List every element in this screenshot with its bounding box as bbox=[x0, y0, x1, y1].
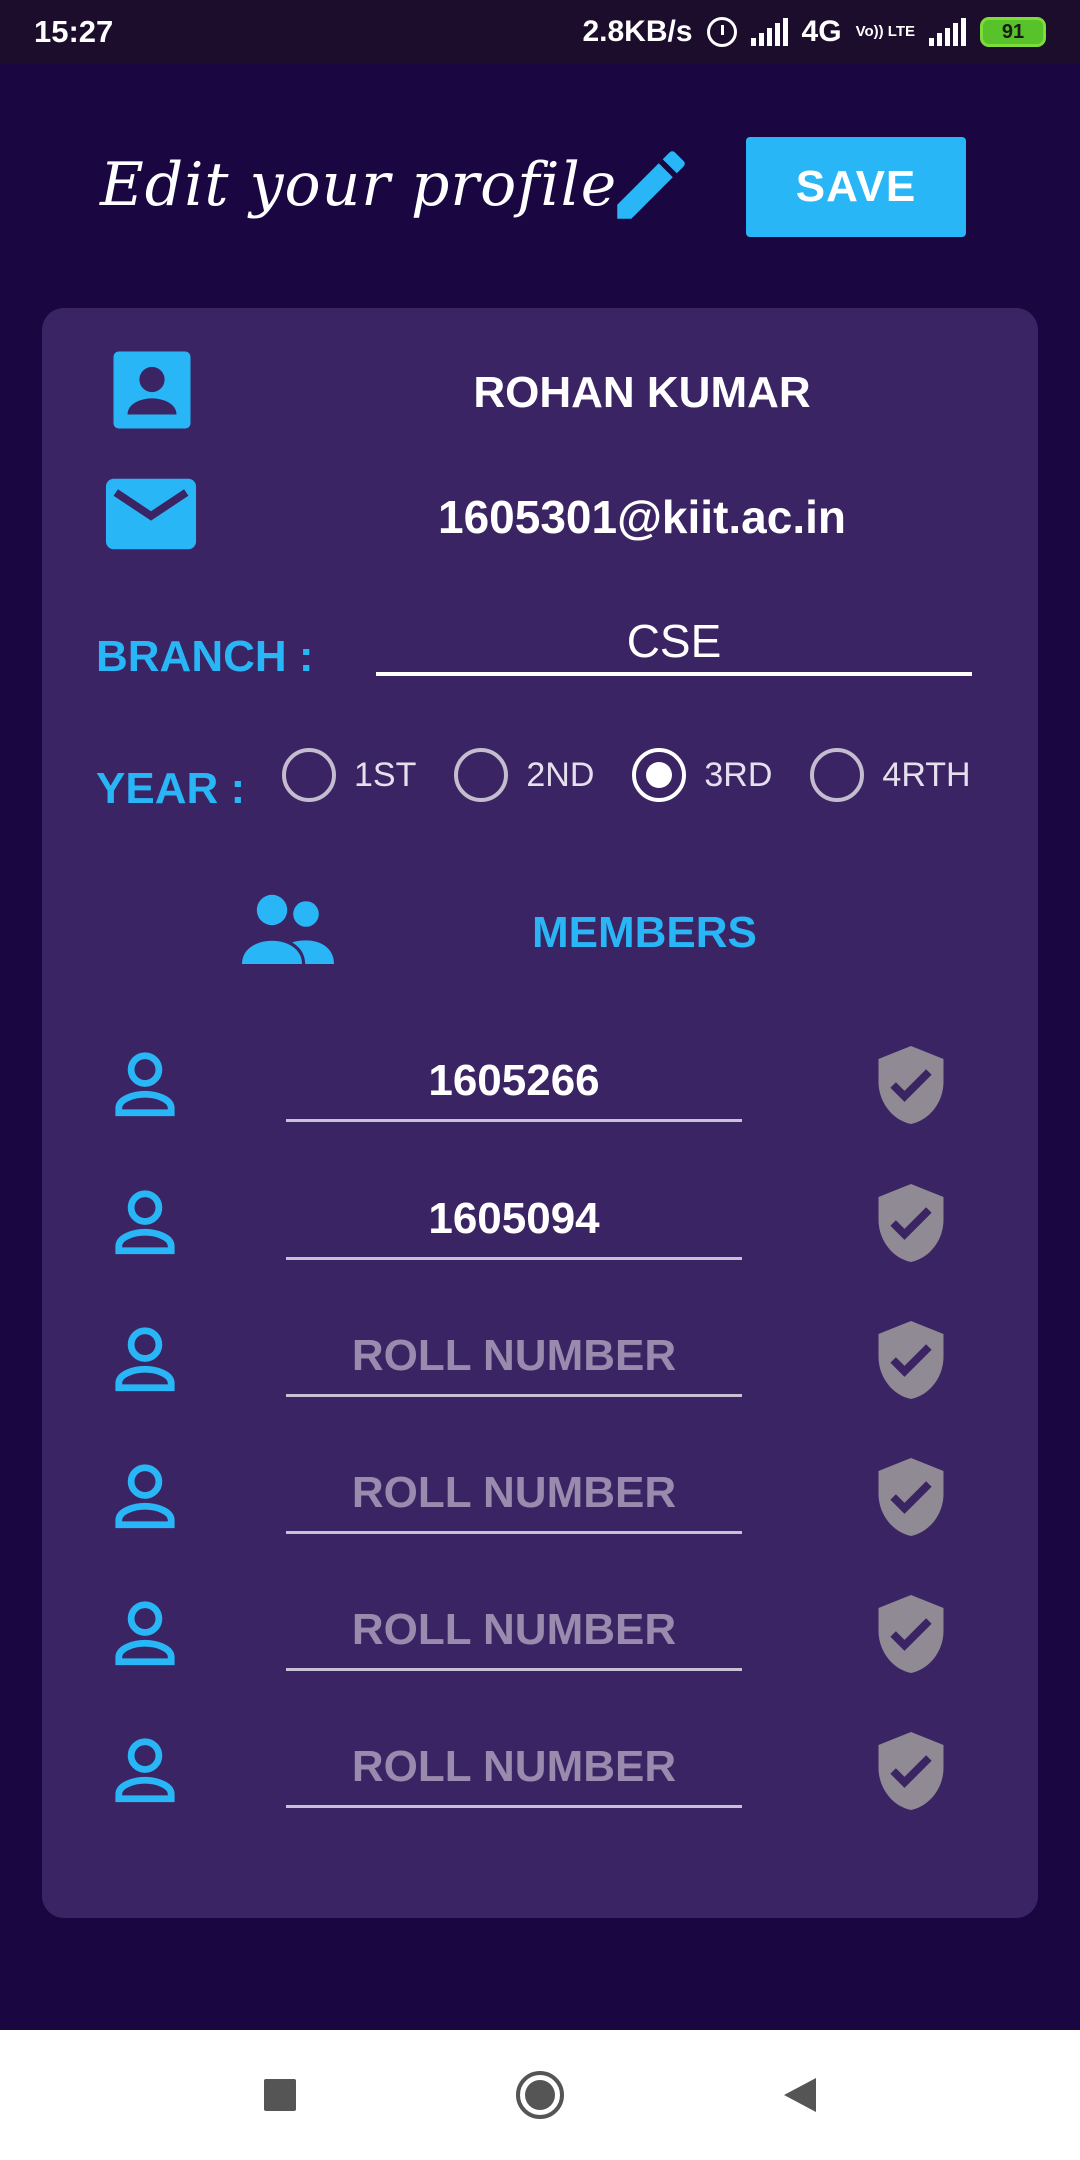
profile-card: ROHAN KUMAR 1605301@kiit.ac.in BRANCH : … bbox=[42, 308, 1038, 1918]
verified-shield-icon[interactable] bbox=[872, 1454, 950, 1540]
branch-input[interactable] bbox=[376, 610, 972, 676]
verified-shield-icon[interactable] bbox=[872, 1180, 950, 1266]
radio-label: 2ND bbox=[526, 755, 595, 794]
group-icon bbox=[242, 894, 334, 964]
radio-button[interactable] bbox=[454, 748, 509, 802]
person-outline-icon bbox=[115, 1327, 175, 1392]
status-bar: 15:27 2.8KB/s 4G Vo)) LTE 91 bbox=[0, 0, 1080, 64]
radio-label: 4RTH bbox=[882, 755, 971, 794]
person-outline-icon bbox=[115, 1052, 175, 1117]
roll-number-input[interactable] bbox=[286, 1317, 742, 1397]
year-option-2nd[interactable]: 2ND bbox=[454, 748, 594, 802]
radio-label: 3RD bbox=[704, 755, 773, 794]
radio-label: 1ST bbox=[354, 755, 417, 794]
battery-icon: 91 bbox=[980, 17, 1046, 47]
page-title: Edit your profile. bbox=[100, 150, 638, 220]
email-icon bbox=[105, 478, 197, 550]
person-outline-icon bbox=[115, 1738, 175, 1803]
member-row-6 bbox=[42, 1718, 1038, 1828]
member-row-2 bbox=[42, 1170, 1038, 1280]
alarm-icon bbox=[706, 17, 737, 47]
circle-icon bbox=[516, 2071, 564, 2119]
network-type: 4G bbox=[801, 15, 842, 48]
members-label: MEMBERS bbox=[532, 908, 757, 957]
save-button[interactable]: SAVE bbox=[746, 137, 966, 237]
navigation-bar bbox=[0, 2030, 1080, 2160]
member-row-1 bbox=[42, 1032, 1038, 1142]
roll-number-input[interactable] bbox=[286, 1728, 742, 1808]
profile-email: 1605301@kiit.ac.in bbox=[437, 491, 846, 543]
roll-number-input[interactable] bbox=[286, 1591, 742, 1671]
verified-shield-icon[interactable] bbox=[872, 1728, 950, 1814]
back-button[interactable] bbox=[770, 2065, 830, 2125]
radio-button[interactable] bbox=[282, 748, 336, 802]
person-outline-icon bbox=[115, 1190, 175, 1255]
year-label: YEAR : bbox=[96, 764, 246, 813]
status-time: 15:27 bbox=[34, 14, 114, 49]
signal-icon-2 bbox=[929, 18, 966, 46]
square-icon bbox=[264, 2079, 296, 2111]
verified-shield-icon[interactable] bbox=[872, 1317, 950, 1403]
roll-number-input[interactable] bbox=[286, 1042, 742, 1122]
net-speed: 2.8KB/s bbox=[582, 15, 693, 48]
branch-label: BRANCH : bbox=[96, 632, 314, 681]
member-row-4 bbox=[42, 1444, 1038, 1554]
verified-shield-icon[interactable] bbox=[872, 1591, 950, 1677]
year-option-3rd[interactable]: 3RD bbox=[632, 748, 772, 802]
member-row-3 bbox=[42, 1307, 1038, 1417]
battery-level: 91 bbox=[1001, 20, 1025, 43]
year-option-1st[interactable]: 1ST bbox=[282, 748, 416, 802]
roll-number-input[interactable] bbox=[286, 1454, 742, 1534]
profile-name: ROHAN KUMAR bbox=[473, 368, 811, 417]
radio-button[interactable] bbox=[810, 748, 865, 802]
year-option-4rth[interactable]: 4RTH bbox=[810, 748, 971, 802]
home-button[interactable] bbox=[510, 2065, 570, 2125]
person-outline-icon bbox=[115, 1601, 175, 1666]
recents-button[interactable] bbox=[250, 2065, 310, 2125]
status-icons: 2.8KB/s 4G Vo)) LTE 91 bbox=[582, 15, 1046, 49]
volte-icon: Vo)) LTE bbox=[855, 23, 915, 40]
signal-icon bbox=[750, 18, 788, 46]
person-outline-icon bbox=[115, 1464, 175, 1529]
triangle-back-icon bbox=[784, 2078, 816, 2112]
account-box-icon bbox=[113, 351, 191, 429]
roll-number-input[interactable] bbox=[286, 1180, 742, 1260]
pencil-icon bbox=[617, 151, 685, 219]
year-radio-group: 1ST 2ND 3RD 4RTH bbox=[282, 748, 1009, 802]
verified-shield-icon[interactable] bbox=[872, 1042, 950, 1128]
radio-button-checked[interactable] bbox=[632, 748, 687, 802]
member-row-5 bbox=[42, 1581, 1038, 1691]
